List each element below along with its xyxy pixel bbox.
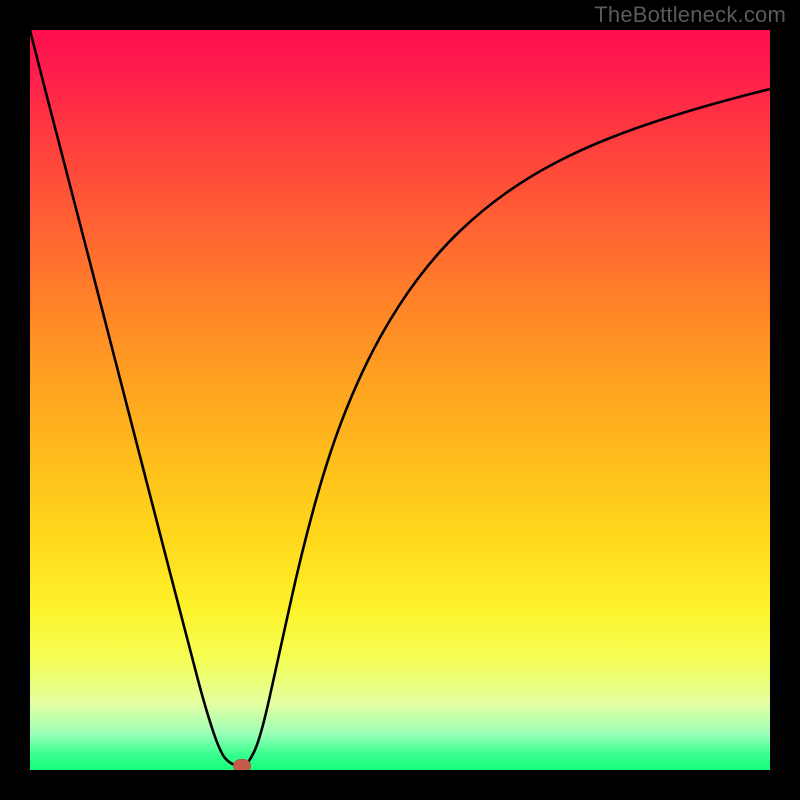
chart-frame: TheBottleneck.com [0, 0, 800, 800]
plot-area [30, 30, 770, 770]
bottleneck-curve [30, 30, 770, 770]
watermark-text: TheBottleneck.com [594, 2, 786, 28]
optimal-point-marker [233, 759, 251, 770]
